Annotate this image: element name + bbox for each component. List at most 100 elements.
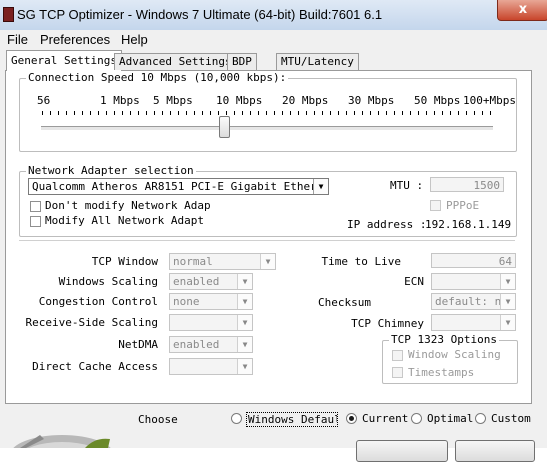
radio-custom[interactable] <box>475 413 486 424</box>
receive-side-scaling-select[interactable]: ▼ <box>169 314 253 331</box>
slider-tick <box>82 111 83 115</box>
radio-custom-label: Custom <box>491 412 531 425</box>
window-scaling-checkbox[interactable] <box>392 350 403 361</box>
tab-advanced-settings[interactable]: Advanced Settings <box>114 53 237 70</box>
slider-tick <box>434 111 435 115</box>
exit-button[interactable] <box>455 440 535 462</box>
receive-side-scaling-label: Receive-Side Scaling <box>25 316 158 329</box>
tick-label-30mbps: 30 Mbps <box>348 94 395 107</box>
netdma-label: NetDMA <box>118 338 158 351</box>
network-adapter-legend: Network Adapter selection <box>26 164 196 177</box>
ecn-select[interactable]: ▼ <box>431 273 516 290</box>
adapter-select[interactable]: Qualcomm Atheros AR8151 PCI-E Gigabit Et… <box>28 178 329 195</box>
slider-tick <box>226 111 227 115</box>
slider-tick <box>402 111 403 115</box>
speedguide-logo <box>0 425 140 448</box>
slider-tick <box>338 111 339 115</box>
slider-tick <box>58 111 59 115</box>
slider-tick <box>250 111 251 115</box>
menu-file[interactable]: File <box>7 32 28 47</box>
slider-tick <box>138 111 139 115</box>
slider-tick <box>482 111 483 115</box>
tab-mtu-latency[interactable]: MTU/Latency <box>276 53 359 70</box>
speed-slider-thumb[interactable] <box>219 116 230 138</box>
slider-tick <box>274 111 275 115</box>
tick-label-5mbps: 5 Mbps <box>153 94 193 107</box>
tick-label-100mbps: 100+Mbps <box>463 94 516 107</box>
slider-tick <box>322 111 323 115</box>
tcp-window-select[interactable]: normal ▼ <box>169 253 276 270</box>
time-to-live-label: Time to Live <box>321 255 401 268</box>
tcp-chimney-select[interactable]: ▼ <box>431 314 516 331</box>
slider-tick <box>186 111 187 115</box>
mtu-field[interactable]: 1500 <box>430 177 504 192</box>
slider-tick <box>114 111 115 115</box>
time-to-live-field[interactable]: 64 <box>431 253 516 268</box>
slider-tick <box>282 111 283 115</box>
slider-tick <box>474 111 475 115</box>
slider-tick <box>234 111 235 115</box>
netdma-select[interactable]: enabled ▼ <box>169 336 253 353</box>
close-button[interactable]: x <box>497 0 547 21</box>
slider-tick <box>450 111 451 115</box>
slider-tick <box>370 111 371 115</box>
slider-tick <box>170 111 171 115</box>
slider-tick <box>162 111 163 115</box>
choose-label: Choose <box>138 413 178 426</box>
slider-tick <box>146 111 147 115</box>
modify-all-checkbox[interactable] <box>30 216 41 227</box>
checksum-value: default: n/ <box>435 295 508 308</box>
radio-windows-default-label: Windows Default <box>246 412 338 427</box>
adapter-select-value: Qualcomm Atheros AR8151 PCI-E Gigabit Et… <box>32 180 329 193</box>
checksum-select[interactable]: default: n/▼ <box>431 293 516 310</box>
tab-bdp[interactable]: BDP <box>227 53 257 70</box>
chevron-down-icon: ▼ <box>500 294 515 309</box>
slider-tick <box>130 111 131 115</box>
slider-tick <box>314 111 315 115</box>
congestion-control-label: Congestion Control <box>38 295 158 308</box>
congestion-control-value: none <box>173 295 200 308</box>
slider-tick <box>242 111 243 115</box>
chevron-down-icon: ▼ <box>237 337 252 352</box>
divider <box>19 240 515 241</box>
tick-label-56: 56 <box>37 94 51 107</box>
ip-address-value: 192.168.1.149 <box>425 218 512 231</box>
connection-speed-group <box>19 78 517 152</box>
slider-tick <box>466 111 467 115</box>
chevron-down-icon: ▼ <box>500 315 515 330</box>
tcp-chimney-label: TCP Chimney <box>351 317 424 330</box>
timestamps-checkbox[interactable] <box>392 367 403 378</box>
tcp-window-label: TCP Window <box>91 255 158 268</box>
radio-optimal[interactable] <box>411 413 422 424</box>
chevron-down-icon: ▼ <box>237 315 252 330</box>
menu-preferences[interactable]: Preferences <box>40 32 110 47</box>
apply-changes-button[interactable] <box>356 440 448 462</box>
dont-modify-label: Don't modify Network Adap <box>45 199 211 212</box>
slider-tick <box>42 111 43 115</box>
pppoe-checkbox[interactable] <box>430 200 441 211</box>
slider-tick <box>418 111 419 115</box>
slider-tick <box>50 111 51 115</box>
netdma-value: enabled <box>173 338 220 351</box>
app-icon <box>3 7 14 22</box>
slider-tick <box>362 111 363 115</box>
chevron-down-icon: ▼ <box>237 274 252 289</box>
slider-tick <box>66 111 67 115</box>
pppoe-label: PPPoE <box>446 199 480 212</box>
dont-modify-checkbox[interactable] <box>30 201 41 212</box>
menu-help[interactable]: Help <box>121 32 148 47</box>
slider-tick <box>266 111 267 115</box>
slider-tick <box>90 111 91 115</box>
tab-general-settings[interactable]: General Settings <box>6 50 122 71</box>
congestion-control-select[interactable]: none ▼ <box>169 293 253 310</box>
windows-scaling-select[interactable]: enabled ▼ <box>169 273 253 290</box>
direct-cache-access-select[interactable]: ▼ <box>169 358 253 375</box>
ip-address-label: IP address : <box>347 218 427 231</box>
slider-tick <box>218 111 219 115</box>
speed-slider-track[interactable] <box>41 126 493 131</box>
radio-current[interactable] <box>346 413 357 424</box>
slider-tick <box>194 111 195 115</box>
radio-windows-default[interactable] <box>231 413 242 424</box>
slider-tick <box>202 111 203 115</box>
tick-label-50mbps: 50 Mbps <box>414 94 461 107</box>
